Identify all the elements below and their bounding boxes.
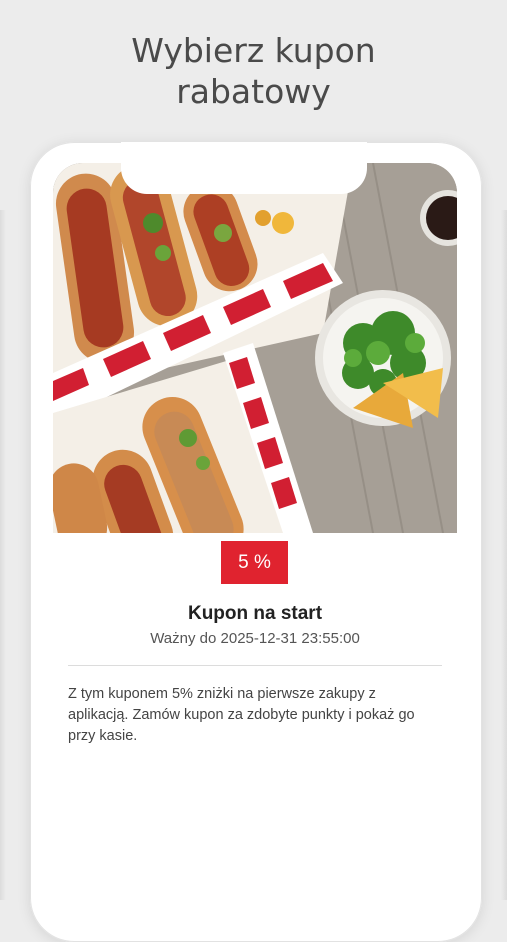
coupon-screen: 5 % Kupon na start Ważny do 2025-12-31 2… — [53, 163, 457, 900]
background-edge-left — [0, 210, 6, 900]
background-edge-right — [501, 210, 507, 900]
divider — [68, 665, 442, 666]
discount-badge: 5 % — [221, 541, 288, 584]
hotdog-food-illustration — [53, 163, 457, 533]
promo-headline-line2: rabatowy — [176, 72, 331, 111]
coupon-validity: Ważny do 2025-12-31 23:55:00 — [150, 630, 360, 647]
coupon-title: Kupon na start — [187, 603, 323, 624]
promo-headline: Wybierz kupon rabatowy — [0, 30, 507, 112]
phone-notch — [121, 142, 367, 194]
coupon-hero-image — [53, 163, 457, 533]
promo-headline-line1: Wybierz kupon — [131, 31, 376, 70]
coupon-description: Z tym kuponem 5% zniżki na pierwsze zaku… — [68, 686, 415, 744]
